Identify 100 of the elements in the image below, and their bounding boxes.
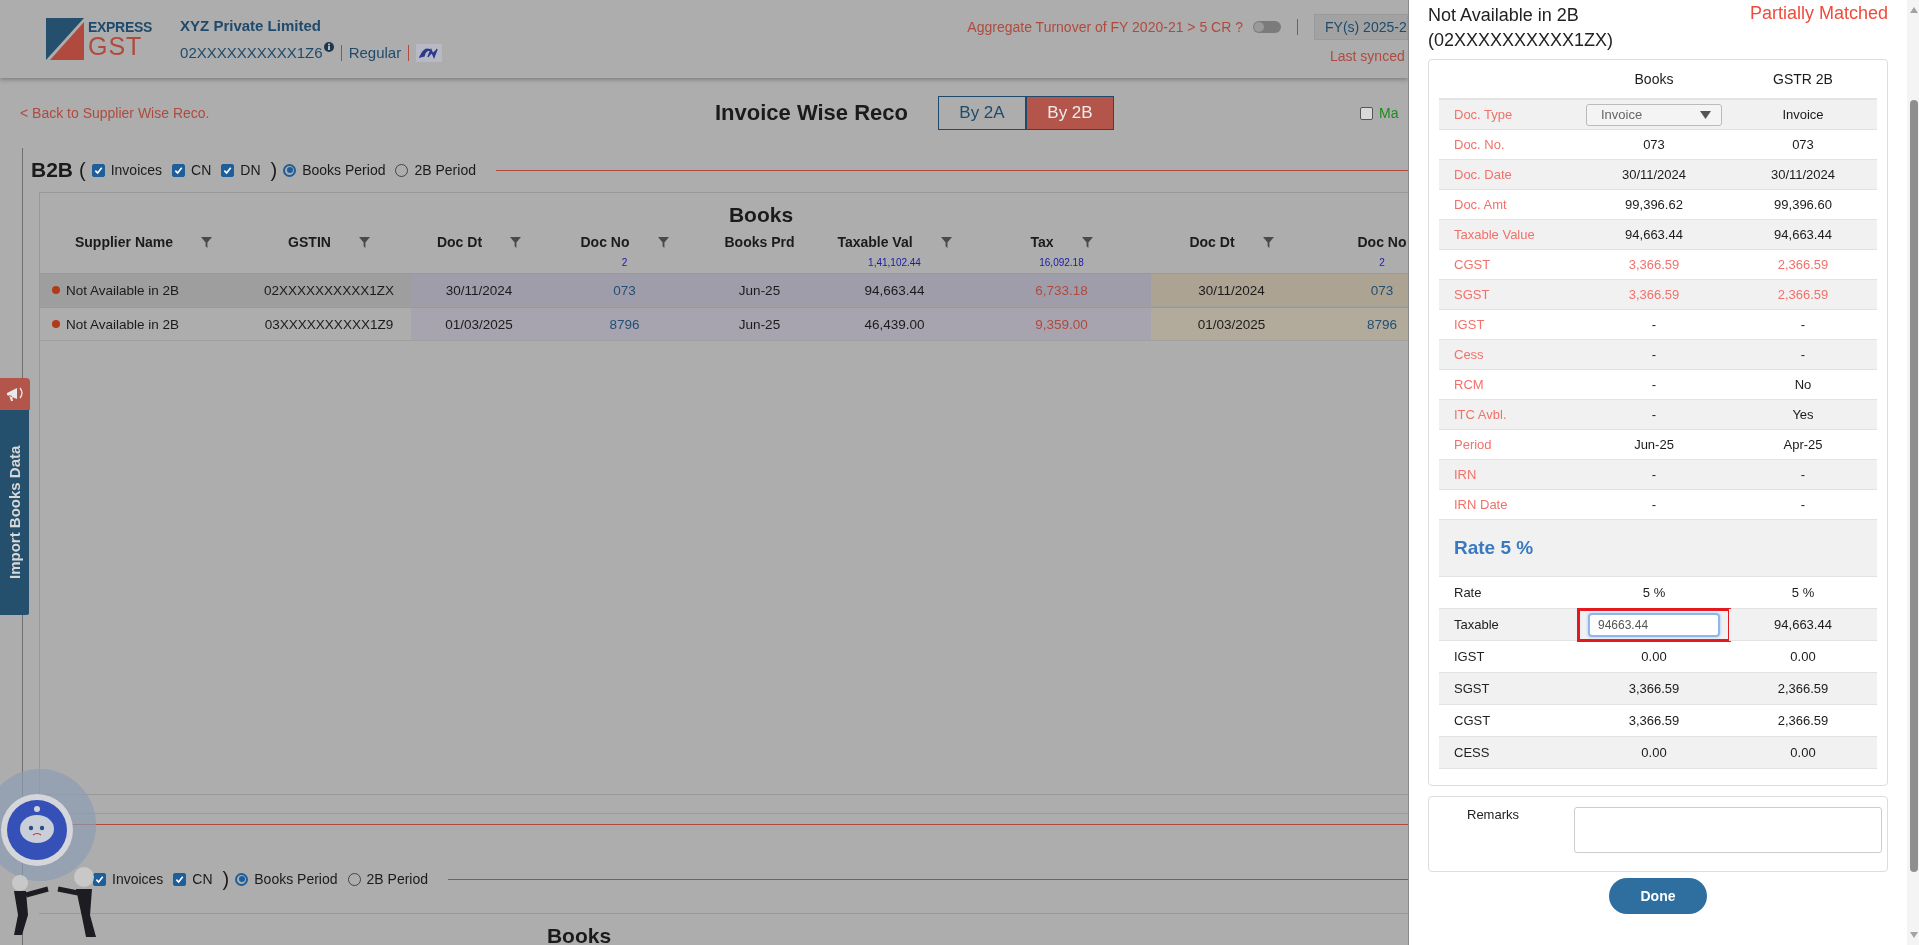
- filter-label: CN: [191, 162, 212, 178]
- field-value: 0.00: [1790, 649, 1816, 664]
- field-label: CGST: [1454, 713, 1491, 728]
- filter-icon[interactable]: [510, 236, 522, 248]
- field-value: -: [1800, 317, 1806, 332]
- field-value: 94,663.44: [1774, 617, 1832, 632]
- doc-type-select[interactable]: Invoice: [1586, 103, 1722, 126]
- table-cell[interactable]: 073: [1370, 282, 1394, 298]
- group-heading: Books: [727, 202, 795, 225]
- field-value: -: [1651, 317, 1657, 332]
- field-label: Doc. Date: [1454, 167, 1512, 182]
- field-label: IRN: [1454, 467, 1477, 482]
- field-value: 3,366.59: [1628, 681, 1680, 696]
- emblem-icon: [416, 43, 443, 62]
- remarks-field[interactable]: [1574, 807, 1882, 853]
- import-books-tab[interactable]: Import Books Data: [0, 410, 29, 615]
- column-header: GSTIN: [288, 234, 331, 250]
- field-value: Invoice: [1782, 107, 1824, 122]
- field-label: ITC Avbl.: [1454, 407, 1507, 422]
- field-value: Jun-25: [1634, 437, 1674, 452]
- checkbox[interactable]: [173, 872, 187, 886]
- field-label: Taxable Value: [1454, 227, 1535, 242]
- table-cell[interactable]: 8796: [609, 316, 640, 332]
- table-cell: 01/03/2025: [445, 316, 513, 332]
- done-button[interactable]: Done: [1609, 878, 1707, 914]
- filter-icon[interactable]: [1262, 236, 1274, 248]
- drawer-gstin: (02XXXXXXXXXX1ZX): [1428, 29, 1614, 52]
- table-cell: 30/11/2024: [445, 282, 513, 298]
- back-link[interactable]: < Back to Supplier Wise Reco.: [20, 105, 715, 121]
- info-icon[interactable]: [323, 41, 334, 52]
- table-cell: 03XXXXXXXXXX1Z9: [264, 316, 394, 332]
- checkbox[interactable]: [221, 163, 235, 177]
- match-status: Partially Matched: [1749, 3, 1888, 25]
- field-label: CESS: [1454, 745, 1490, 760]
- megaphone-icon[interactable]: [5, 385, 25, 403]
- tab[interactable]: By 2A: [938, 96, 1026, 130]
- table-cell: 6,733.18: [1035, 282, 1088, 298]
- fy-selector[interactable]: FY(s) 2025-2: [1314, 14, 1408, 40]
- logo-text: EXPRESS: [88, 19, 153, 34]
- table-cell[interactable]: 073: [613, 282, 636, 298]
- filter-icon[interactable]: [201, 236, 212, 248]
- tab[interactable]: By 2B: [1026, 96, 1114, 130]
- field-value: 0.00: [1790, 745, 1816, 760]
- filter-icon[interactable]: [358, 236, 370, 248]
- column-header: GSTR 2B: [1773, 71, 1833, 87]
- page-title: Invoice Wise Reco: [715, 100, 908, 126]
- group-heading: Books: [545, 923, 613, 945]
- table-cell: 01/03/2025: [1197, 316, 1266, 332]
- column-total: 2: [621, 257, 628, 268]
- turnover-toggle[interactable]: [1253, 21, 1281, 33]
- field-value: 2,366.59: [1777, 287, 1829, 302]
- taxable-input[interactable]: 94663.44: [1588, 612, 1720, 637]
- caret-icon: [1700, 110, 1711, 119]
- table-cell[interactable]: 8796: [1366, 316, 1397, 332]
- column-total: 1,41,102.44: [868, 257, 921, 268]
- field-value: 3,366.59: [1628, 713, 1680, 728]
- filter-label: Invoices: [110, 162, 163, 178]
- radio-button[interactable]: [235, 872, 249, 886]
- radio-button[interactable]: [283, 163, 297, 177]
- column-header: Doc Dt: [1189, 234, 1235, 250]
- field-value: 3,366.59: [1628, 287, 1680, 302]
- field-label: IGST: [1454, 317, 1485, 332]
- field-value: 073: [1643, 137, 1665, 152]
- field-value: -: [1651, 347, 1657, 362]
- column-header: Tax: [1030, 234, 1054, 250]
- field-label: IRN Date: [1454, 497, 1508, 512]
- logo-icon: [46, 18, 84, 60]
- last-synced-text: Last synced: [1330, 48, 1406, 64]
- company-name: XYZ Private Limited: [180, 16, 322, 34]
- column-header: Doc No: [1357, 234, 1407, 250]
- paren: (: [79, 158, 86, 182]
- drawer-title: Not Available in 2B: [1428, 4, 1580, 27]
- field-value: -: [1651, 377, 1657, 392]
- field-value: 94,663.44: [1774, 227, 1832, 242]
- column-header: Doc Dt: [436, 234, 483, 250]
- field-value: -: [1800, 467, 1806, 482]
- field-label: Rate: [1454, 585, 1482, 600]
- checkbox[interactable]: [172, 163, 186, 177]
- checkbox[interactable]: [91, 163, 105, 177]
- filter-icon[interactable]: [657, 236, 669, 248]
- field-value: 94,663.44: [1625, 227, 1683, 242]
- field-value: 5 %: [1642, 585, 1666, 600]
- period-label: 2B Period: [366, 871, 429, 887]
- field-label: Cess: [1454, 347, 1484, 362]
- table-cell: 46,439.00: [864, 316, 925, 332]
- field-label: IGST: [1454, 649, 1485, 664]
- table-cell: 9,359.00: [1035, 316, 1088, 332]
- field-value: 5 %: [1791, 585, 1815, 600]
- checkbox[interactable]: [1360, 106, 1373, 120]
- field-value: 2,366.59: [1777, 713, 1829, 728]
- field-label: Doc. Type: [1454, 107, 1513, 122]
- checkbox[interactable]: [93, 872, 106, 886]
- field-value: 0.00: [1641, 745, 1667, 760]
- filter-icon[interactable]: [940, 236, 952, 248]
- remarks-label: Remarks: [1467, 807, 1519, 824]
- field-label: SGST: [1454, 287, 1490, 302]
- filter-icon[interactable]: [1081, 236, 1093, 248]
- field-value: 99,396.60: [1774, 197, 1832, 212]
- logo-text: GST: [88, 33, 143, 59]
- field-value: 30/11/2024: [1770, 167, 1836, 182]
